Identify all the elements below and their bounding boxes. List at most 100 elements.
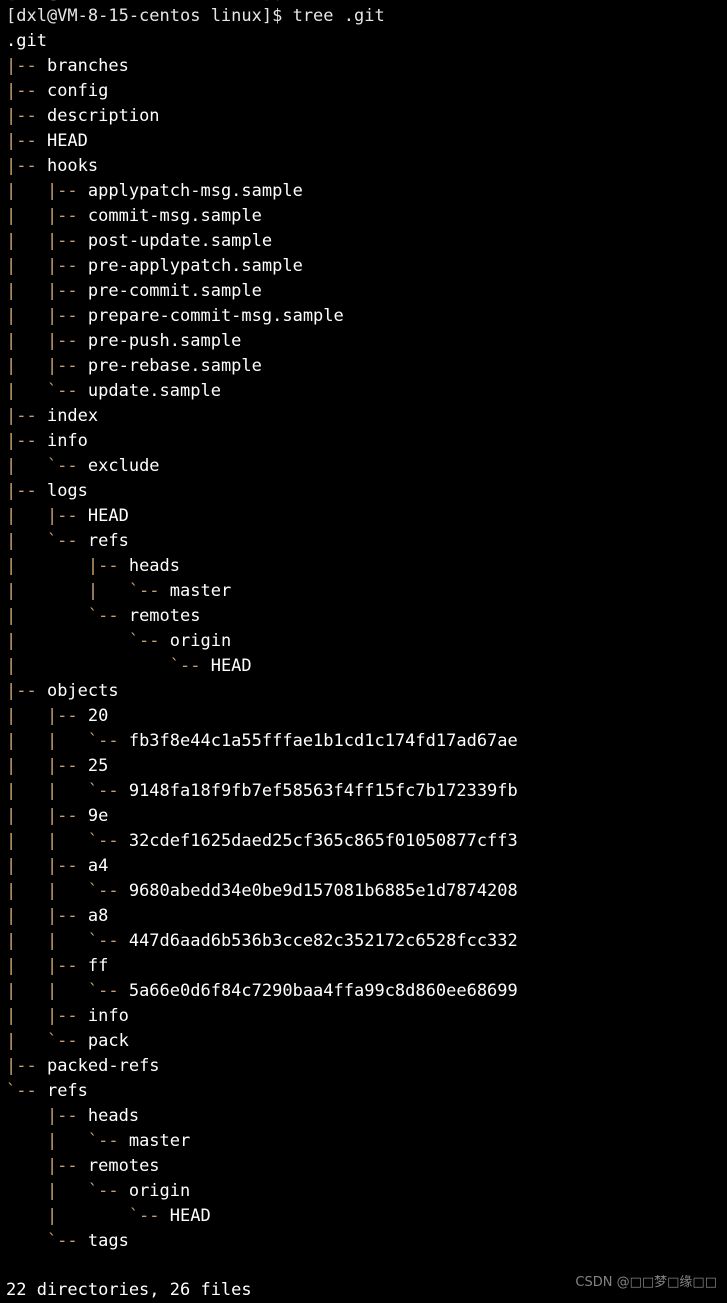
tree-line: | `-- HEAD bbox=[6, 1204, 727, 1229]
tree-line: | |-- 9e bbox=[6, 804, 727, 829]
shell-prompt: [dxl@VM-8-15-centos linux]$ bbox=[6, 6, 293, 26]
tree-entry-label: hooks bbox=[46, 156, 99, 176]
tree-line: | |-- heads bbox=[6, 554, 727, 579]
tree-entry-label: ff bbox=[87, 956, 109, 976]
tree-entry-label: 20 bbox=[87, 706, 109, 726]
tree-connector: | `-- bbox=[6, 531, 88, 551]
tree-entry-label: remotes bbox=[87, 1156, 160, 1176]
tree-line: | `-- exclude bbox=[6, 454, 727, 479]
tree-entry-label: logs bbox=[46, 481, 88, 501]
tree-connector: | `-- bbox=[6, 1031, 88, 1051]
tree-line: |-- objects bbox=[6, 679, 727, 704]
tree-entry-label: origin bbox=[128, 1181, 191, 1201]
tree-line: |-- description bbox=[6, 104, 727, 129]
tree-line: |-- hooks bbox=[6, 154, 727, 179]
tree-line: |-- branches bbox=[6, 54, 727, 79]
tree-connector: | `-- bbox=[6, 631, 170, 651]
tree-connector: | |-- bbox=[6, 231, 88, 251]
tree-entry-label: applypatch-msg.sample bbox=[87, 181, 303, 201]
tree-root-line: .git bbox=[6, 29, 727, 54]
tree-line: | |-- ff bbox=[6, 954, 727, 979]
tree-line: | | `-- 32cdef1625daed25cf365c865f010508… bbox=[6, 829, 727, 854]
tree-entry-label: 447d6aad6b536b3cce82c352172c6528fcc332 bbox=[128, 931, 518, 951]
tree-entry-label: 9680abedd34e0be9d157081b6885e1d7874208 bbox=[128, 881, 518, 901]
tree-line: | | `-- master bbox=[6, 579, 727, 604]
tree-connector: |-- bbox=[6, 56, 47, 76]
tree-connector: | | `-- bbox=[6, 931, 129, 951]
tree-connector: | `-- bbox=[6, 1131, 129, 1151]
tree-connector: | `-- bbox=[6, 456, 88, 476]
tree-line: | |-- commit-msg.sample bbox=[6, 204, 727, 229]
tree-connector: | |-- bbox=[6, 281, 88, 301]
tree-line: | `-- remotes bbox=[6, 604, 727, 629]
tree-entry-label: HEAD bbox=[169, 1206, 211, 1226]
tree-connector: |-- bbox=[6, 1106, 88, 1126]
tree-entry-label: commit-msg.sample bbox=[87, 206, 262, 226]
tree-connector: `-- bbox=[6, 1231, 88, 1251]
tree-entry-label: pre-applypatch.sample bbox=[87, 256, 303, 276]
tree-line: | |-- HEAD bbox=[6, 504, 727, 529]
tree-entry-label: 9148fa18f9fb7ef58563f4ff15fc7b172339fb bbox=[128, 781, 518, 801]
tree-connector: |-- bbox=[6, 406, 47, 426]
tree-connector: | | `-- bbox=[6, 881, 129, 901]
tree-line: |-- heads bbox=[6, 1104, 727, 1129]
tree-entry-label: master bbox=[169, 581, 232, 601]
clipped-scrollback-text: [dxl@VM-8-15-centos linux]$ bbox=[6, 0, 282, 3]
tree-line: | `-- HEAD bbox=[6, 654, 727, 679]
tree-entry-label: pre-rebase.sample bbox=[87, 356, 262, 376]
tree-entry-label: master bbox=[128, 1131, 191, 1151]
tree-entry-label: heads bbox=[128, 556, 181, 576]
csdn-watermark: CSDN @□□梦□缘□□ bbox=[575, 1275, 717, 1290]
tree-connector: |-- bbox=[6, 431, 47, 451]
tree-line: | |-- a4 bbox=[6, 854, 727, 879]
tree-line: |-- config bbox=[6, 79, 727, 104]
tree-connector: | | `-- bbox=[6, 581, 170, 601]
tree-connector: |-- bbox=[6, 106, 47, 126]
tree-connector: | |-- bbox=[6, 856, 88, 876]
tree-line: | |-- prepare-commit-msg.sample bbox=[6, 304, 727, 329]
terminal-window[interactable]: [dxl@VM-8-15-centos linux]$ [dxl@VM-8-15… bbox=[0, 0, 727, 1303]
tree-line: | |-- 25 bbox=[6, 754, 727, 779]
tree-line: | |-- 20 bbox=[6, 704, 727, 729]
tree-entry-label: pack bbox=[87, 1031, 129, 1051]
tree-connector: |-- bbox=[6, 156, 47, 176]
tree-connector: | |-- bbox=[6, 356, 88, 376]
tree-line: | | `-- 9148fa18f9fb7ef58563f4ff15fc7b17… bbox=[6, 779, 727, 804]
tree-entry-label: HEAD bbox=[87, 506, 129, 526]
tree-line: | |-- info bbox=[6, 1004, 727, 1029]
tree-line: | | `-- fb3f8e44c1a55fffae1b1cd1c174fd17… bbox=[6, 729, 727, 754]
tree-entry-label: HEAD bbox=[210, 656, 252, 676]
tree-entry-label: info bbox=[87, 1006, 129, 1026]
tree-entry-label: objects bbox=[46, 681, 119, 701]
tree-entry-label: description bbox=[46, 106, 160, 126]
tree-line: | `-- update.sample bbox=[6, 379, 727, 404]
tree-connector: | |-- bbox=[6, 256, 88, 276]
tree-connector: `-- bbox=[6, 1081, 47, 1101]
tree-entry-label: 5a66e0d6f84c7290baa4ffa99c8d860ee68699 bbox=[128, 981, 518, 1001]
tree-entry-label: 25 bbox=[87, 756, 109, 776]
tree-entry-label: a8 bbox=[87, 906, 109, 926]
tree-entry-label: fb3f8e44c1a55fffae1b1cd1c174fd17ad67ae bbox=[128, 731, 518, 751]
tree-connector: | `-- bbox=[6, 1206, 170, 1226]
tree-connector: | |-- bbox=[6, 1006, 88, 1026]
tree-entry-label: update.sample bbox=[87, 381, 221, 401]
tree-connector: | |-- bbox=[6, 806, 88, 826]
tree-line: | `-- master bbox=[6, 1129, 727, 1154]
tree-connector: |-- bbox=[6, 131, 47, 151]
tree-connector: | |-- bbox=[6, 906, 88, 926]
tree-entry-label: config bbox=[46, 81, 109, 101]
tree-line: | |-- applypatch-msg.sample bbox=[6, 179, 727, 204]
tree-line: |-- packed-refs bbox=[6, 1054, 727, 1079]
tree-entry-label: exclude bbox=[87, 456, 160, 476]
tree-line: | | `-- 9680abedd34e0be9d157081b6885e1d7… bbox=[6, 879, 727, 904]
tree-connector: | |-- bbox=[6, 756, 88, 776]
tree-connector: | |-- bbox=[6, 506, 88, 526]
tree-line: | `-- origin bbox=[6, 1179, 727, 1204]
tree-line: | |-- post-update.sample bbox=[6, 229, 727, 254]
tree-connector: |-- bbox=[6, 1156, 88, 1176]
tree-entry-label: a4 bbox=[87, 856, 109, 876]
command-text: tree .git bbox=[292, 6, 385, 26]
tree-line: |-- info bbox=[6, 429, 727, 454]
tree-connector: | |-- bbox=[6, 556, 129, 576]
tree-line: |-- remotes bbox=[6, 1154, 727, 1179]
